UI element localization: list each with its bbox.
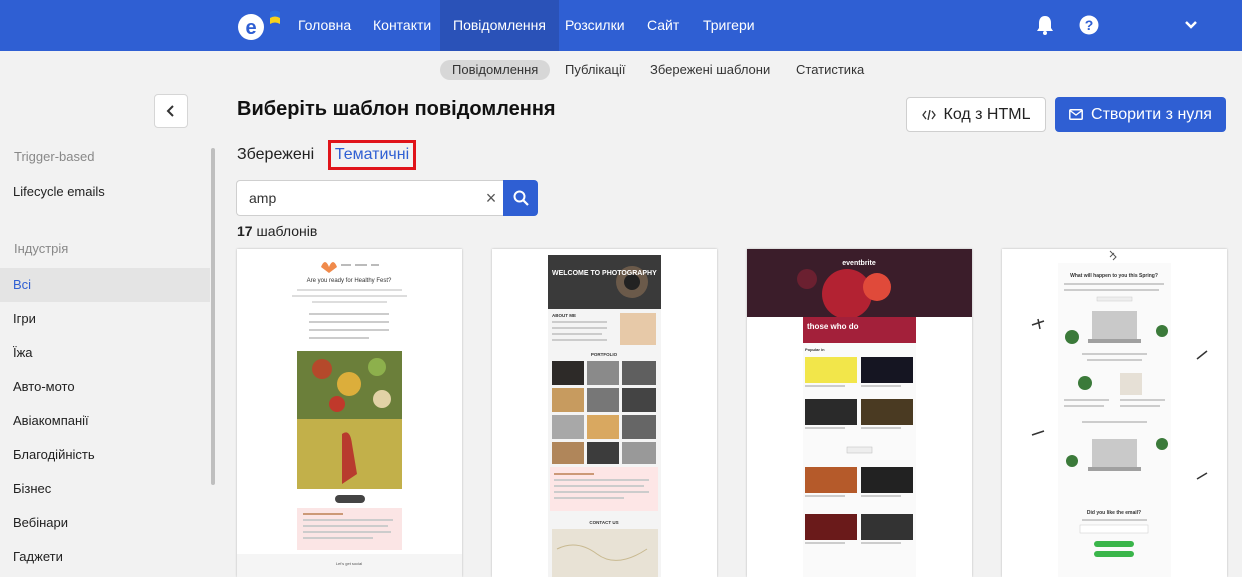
subnav-statistics[interactable]: Статистика <box>796 60 864 80</box>
help-icon[interactable]: ? <box>1078 14 1100 36</box>
template-preview-photography: WELCOME TO PHOTOGRAPHY ABOUT ME PORTFOLI… <box>492 249 717 577</box>
sidebar-item-food[interactable]: Їжа <box>0 336 210 370</box>
close-icon[interactable]: × <box>483 188 499 208</box>
subnav-publications[interactable]: Публікації <box>565 60 625 80</box>
chevron-down-icon[interactable] <box>1180 14 1202 36</box>
html-code-button[interactable]: Код з HTML <box>906 97 1046 132</box>
svg-text:e: e <box>245 17 256 39</box>
sidebar-item-business[interactable]: Бізнес <box>0 472 210 506</box>
search-bar: × <box>236 180 538 216</box>
template-footer: Let's get social <box>336 561 362 566</box>
search-input[interactable] <box>236 180 504 216</box>
nav-site[interactable]: Сайт <box>647 0 679 51</box>
sidebar-section-industry: Індустрія <box>14 241 69 256</box>
template-question: Did you like the email? <box>1087 510 1141 516</box>
sidebar-item-airlines[interactable]: Авіакомпанії <box>0 404 210 438</box>
code-icon <box>921 109 936 120</box>
template-section: Popular in <box>805 347 825 352</box>
nav-home[interactable]: Головна <box>298 0 351 51</box>
template-heading: Are you ready for Healthy Fest? <box>307 278 392 284</box>
create-from-scratch-button[interactable]: Створити з нуля <box>1055 97 1226 132</box>
nav-mailings[interactable]: Розсилки <box>565 0 625 51</box>
page-title: Виберіть шаблон повідомлення <box>237 98 556 120</box>
subnav-messages[interactable]: Повідомлення <box>440 60 551 80</box>
template-preview-eventbrite: eventbrite those who do Popular in <box>747 249 972 577</box>
template-card-photography[interactable]: WELCOME TO PHOTOGRAPHY ABOUT ME PORTFOLI… <box>492 249 717 577</box>
template-hero: those who do <box>807 322 859 331</box>
sidebar-item-webinars[interactable]: Вебінари <box>0 506 210 540</box>
tab-saved[interactable]: Збережені <box>237 146 314 164</box>
nav-triggers[interactable]: Тригери <box>703 0 755 51</box>
sidebar-item-auto[interactable]: Авто-мото <box>0 370 210 404</box>
sidebar-scrollbar[interactable] <box>211 148 215 485</box>
search-icon <box>513 190 529 206</box>
template-card-spring[interactable]: What will happen to you this Spring? Did… <box>1002 249 1227 577</box>
chevron-left-icon <box>166 105 174 117</box>
html-code-button-label: Код з HTML <box>943 105 1031 123</box>
template-section-portfolio: PORTFOLIO <box>591 352 618 357</box>
sidebar-item-all[interactable]: Всі <box>0 268 210 302</box>
sidebar-item-charity[interactable]: Благодійність <box>0 438 210 472</box>
sidebar-section-trigger: Trigger-based <box>14 149 95 164</box>
collapse-sidebar-button[interactable] <box>154 94 188 128</box>
template-preview-healthy-fest: Are you ready for Healthy Fest? Let's ge… <box>237 249 462 577</box>
sidebar-item-games[interactable]: Ігри <box>0 302 210 336</box>
template-section-contact: CONTACT US <box>589 520 618 525</box>
subnav-saved-templates[interactable]: Збережені шаблони <box>650 60 770 80</box>
tab-thematic[interactable]: Тематичні <box>328 140 416 170</box>
svg-text:?: ? <box>1085 17 1094 33</box>
templates-count: 17 шаблонів <box>237 223 318 239</box>
sub-navbar: Повідомлення Публікації Збережені шаблон… <box>0 60 1242 80</box>
template-heading: What will happen to you this Spring? <box>1070 273 1158 279</box>
template-preview-spring: What will happen to you this Spring? Did… <box>1002 249 1227 577</box>
create-from-scratch-label: Створити з нуля <box>1091 105 1212 123</box>
top-navbar: e Головна Контакти Повідомлення Розсилки… <box>0 0 1242 51</box>
bell-icon[interactable] <box>1034 14 1056 36</box>
sidebar-item-lifecycle[interactable]: Lifecycle emails <box>0 175 210 209</box>
logo-e-icon[interactable]: e <box>236 8 282 44</box>
template-heading: WELCOME TO PHOTOGRAPHY <box>552 270 657 277</box>
nav-contacts[interactable]: Контакти <box>373 0 431 51</box>
template-card-healthy-fest[interactable]: Are you ready for Healthy Fest? Let's ge… <box>237 249 462 577</box>
template-card-eventbrite[interactable]: eventbrite those who do Popular in <box>747 249 972 577</box>
sidebar-item-gadgets[interactable]: Гаджети <box>0 540 210 574</box>
template-brand: eventbrite <box>842 260 876 267</box>
search-button[interactable] <box>503 180 538 216</box>
template-section-about: ABOUT ME <box>552 313 576 318</box>
mail-icon <box>1069 109 1083 120</box>
nav-messages[interactable]: Повідомлення <box>440 0 559 51</box>
